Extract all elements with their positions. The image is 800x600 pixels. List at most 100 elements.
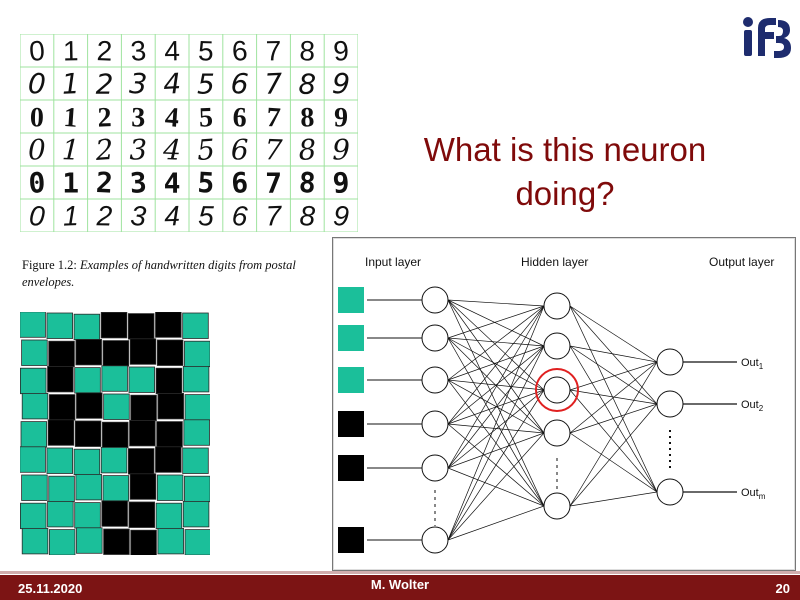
- pixel-cell: [21, 527, 49, 555]
- footer-author: M. Wolter: [370, 577, 430, 592]
- digit-cell: 7: [265, 35, 281, 66]
- pixel-cell: [100, 312, 128, 339]
- input-layer-label: Input layer: [365, 255, 421, 269]
- pixel-cell: [156, 421, 183, 448]
- pixel-cell: [100, 446, 128, 474]
- digit-cell: 5: [198, 200, 215, 231]
- digit-cell: 4: [164, 200, 181, 232]
- digit-cell: 7: [265, 166, 282, 199]
- pixel-cell: [102, 340, 130, 367]
- pixel-cell: [157, 393, 184, 420]
- input-neuron: [421, 454, 449, 482]
- pixel-cell: [20, 446, 46, 473]
- pixelated-digit-grid: [20, 312, 210, 555]
- handwritten-digits-figure: 0 1 2 3 4 5 6 7 8 90 1 2 3 4 5 6 7 8 90 1 2 3 4 5 6 7 8 90 1 2 3 4 5 6 7 8 9…: [20, 34, 358, 232]
- pixel-cell: [128, 366, 156, 393]
- hidden-neuron: [543, 492, 571, 520]
- digit-cell: 9: [332, 35, 350, 67]
- digit-cell: 4: [164, 35, 180, 66]
- pixel-cell: [20, 367, 47, 395]
- output-neuron: [656, 478, 684, 506]
- pixel-cell: [155, 502, 183, 530]
- digit-cell: 6: [231, 35, 249, 67]
- input-neuron: [421, 286, 449, 314]
- pixel-cell: [156, 339, 184, 366]
- digit-cell: 5: [198, 35, 215, 67]
- input-pixel-square: [338, 367, 364, 393]
- output-label: Out2: [741, 399, 764, 413]
- pixel-cell: [46, 312, 73, 339]
- footer-bar: 25.11.2020 M. Wolter 20: [0, 575, 800, 600]
- digit-cell: 4: [164, 102, 180, 134]
- hidden-neuron: [543, 419, 571, 447]
- page-number: 20: [775, 581, 790, 596]
- digit-cell: 3: [129, 200, 147, 232]
- digit-cell: 8: [300, 102, 315, 133]
- pixel-cell: [47, 366, 74, 393]
- input-neuron: [421, 526, 449, 554]
- pixel-cell: [75, 338, 102, 366]
- pixel-cell: [47, 419, 75, 446]
- digit-cell: 7: [264, 67, 284, 101]
- pixel-cell: [21, 474, 48, 501]
- pixel-cell: [21, 339, 48, 366]
- pixel-cell: [48, 529, 76, 555]
- digit-cell: 8: [297, 133, 317, 167]
- pixel-cell: [182, 312, 209, 339]
- digit-cell: 3: [131, 102, 146, 133]
- pixel-cell: [182, 500, 210, 528]
- caption-lead: Figure 1.2:: [22, 258, 77, 272]
- pixel-cell: [102, 421, 129, 449]
- pixel-cell: [127, 448, 155, 475]
- input-pixel-square: [338, 325, 364, 351]
- pixel-cell: [101, 365, 128, 392]
- pixel-cell: [103, 528, 130, 555]
- hidden-neuron: [543, 332, 571, 360]
- digit-cell: 4: [162, 133, 182, 167]
- pixel-cell: [182, 447, 209, 474]
- digit-cell: 7: [265, 102, 281, 134]
- pixel-cell: [21, 393, 49, 420]
- digit-cell: 9: [334, 102, 349, 133]
- digit-cell: 0: [27, 67, 47, 101]
- pixel-cell: [74, 502, 101, 529]
- footer-divider: [0, 571, 800, 574]
- digit-cell: 2: [96, 67, 114, 100]
- digit-cell: 1: [62, 166, 79, 199]
- digit-cell: 1: [61, 133, 80, 167]
- digit-cell: 0: [28, 200, 46, 232]
- pixel-cell: [129, 420, 156, 447]
- digit-cell: 9: [332, 200, 350, 232]
- digit-cell: 5: [197, 67, 215, 100]
- digit-cell: 6: [230, 67, 250, 101]
- digit-cell: 8: [299, 200, 316, 231]
- slide: 0123456789012345678901234567890123456789…: [0, 0, 800, 600]
- digit-cell: 1: [61, 67, 81, 101]
- pixel-cell: [155, 367, 183, 395]
- pixel-cell: [130, 529, 157, 555]
- pixel-cell: [20, 312, 46, 338]
- pixel-cell: [73, 448, 101, 476]
- digit-cell: 6: [231, 200, 249, 232]
- output-layer-label: Output layer: [709, 255, 774, 269]
- digit-cell: 2: [97, 102, 112, 133]
- pixel-cell: [74, 420, 102, 447]
- hidden-neuron: [543, 376, 571, 404]
- pixel-cell: [183, 419, 210, 446]
- digit-cell: 0: [30, 102, 45, 133]
- pixel-cell: [73, 313, 101, 341]
- output-neuron: [656, 348, 684, 376]
- hidden-neuron: [543, 292, 571, 320]
- pixel-cell: [20, 502, 47, 530]
- pixel-cell: [103, 393, 130, 420]
- pixel-cell: [46, 447, 73, 474]
- pixel-cell: [184, 529, 210, 555]
- input-neuron: [421, 410, 449, 438]
- digit-cell: 0: [28, 35, 46, 67]
- pixel-cell: [76, 392, 103, 419]
- digit-cell: 8: [298, 166, 317, 200]
- pixel-cell: [48, 340, 75, 368]
- slide-title: What is this neuron doing?: [423, 131, 707, 212]
- digit-cell: 4: [164, 166, 181, 199]
- digit-cell: 7: [265, 200, 283, 232]
